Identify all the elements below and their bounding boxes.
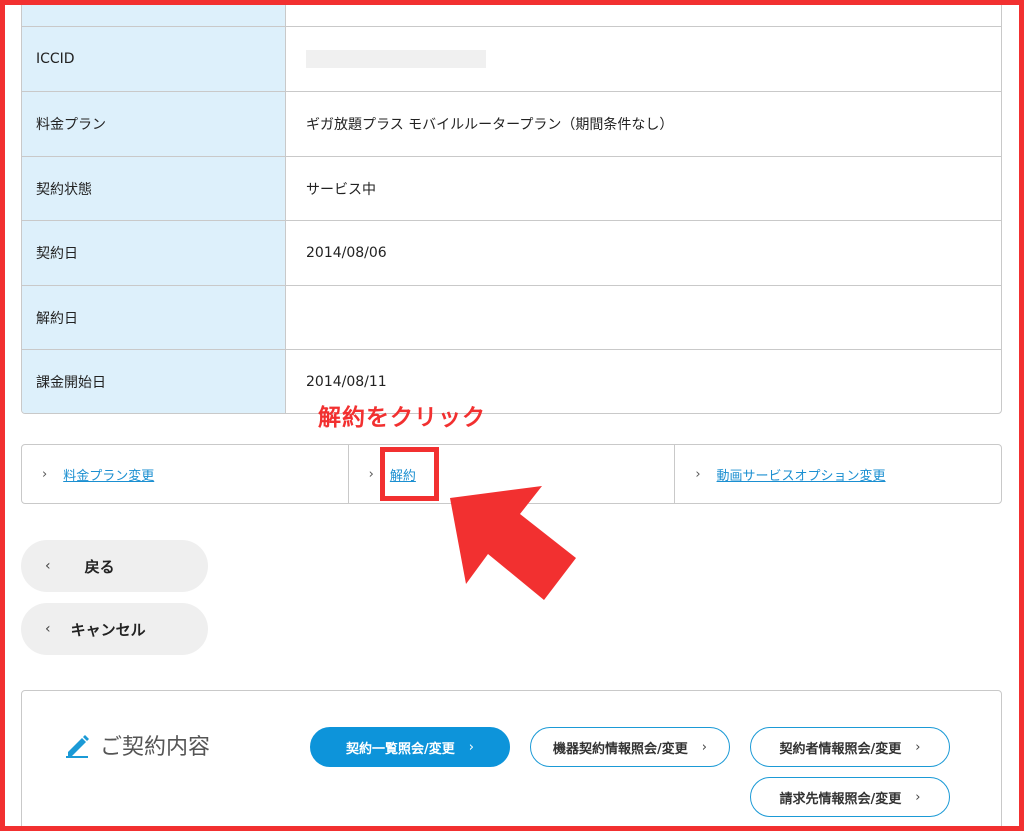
back-button-label: 戻る <box>84 557 115 576</box>
row-label: ICCID <box>22 27 286 91</box>
iccid-value <box>286 27 1001 91</box>
row-value: ギガ放題プラス モバイルルータープラン（期間条件なし） <box>306 117 674 133</box>
chevron-right-icon: › <box>368 466 374 482</box>
plan-change-link[interactable]: 料金プラン変更 <box>63 465 154 484</box>
billing-info-button[interactable]: 請求先情報照会/変更 › <box>750 777 950 817</box>
red-pointer-arrow-icon <box>450 486 576 600</box>
table-row: 契約日 2014/08/06 <box>22 220 1001 285</box>
table-row: 料金プラン ギガ放題プラス モバイルルータープラン（期間条件なし） <box>22 91 1001 156</box>
table-row: ICCID <box>22 26 1001 91</box>
chevron-left-icon: ‹ <box>45 558 51 574</box>
instruction-annotation: 解約をクリック <box>318 405 486 431</box>
row-value <box>286 286 1001 350</box>
row-label: 課金開始日 <box>22 350 286 413</box>
row-label: 契約状態 <box>22 157 286 221</box>
button-label: 契約一覧照会/変更 <box>346 741 455 757</box>
row-label: 契約日 <box>22 221 286 285</box>
row-label <box>22 0 286 27</box>
device-contract-button[interactable]: 機器契約情報照会/変更 › <box>530 727 730 767</box>
contract-section-title: ご契約内容 <box>64 729 210 761</box>
row-label: 料金プラン <box>22 92 286 156</box>
chevron-left-icon: ‹ <box>45 621 51 637</box>
button-label: 契約者情報照会/変更 <box>779 741 902 757</box>
chevron-right-icon: › <box>42 466 48 482</box>
chevron-right-icon: › <box>701 739 707 755</box>
chevron-right-icon: › <box>468 739 474 755</box>
cancel-button-label: キャンセル <box>70 620 146 639</box>
row-value <box>286 0 1001 27</box>
chevron-right-icon: › <box>695 466 701 482</box>
section-title-text: ご契約内容 <box>100 735 211 760</box>
pencil-icon <box>66 735 89 758</box>
contractor-info-button[interactable]: 契約者情報照会/変更 › <box>750 727 950 767</box>
table-row: 課金開始日 2014/08/11 <box>22 349 1001 413</box>
action-plan-change: › 料金プラン変更 <box>22 445 348 503</box>
action-video-option: › 動画サービスオプション変更 <box>674 445 1001 503</box>
chevron-right-icon: › <box>915 739 921 755</box>
row-value: 2014/08/06 <box>306 245 387 261</box>
cancel-button[interactable]: ‹ キャンセル <box>21 603 208 655</box>
back-button[interactable]: ‹ 戻る <box>21 540 208 592</box>
table-row: 解約日 <box>22 285 1001 350</box>
row-value: サービス中 <box>306 182 376 198</box>
button-label: 請求先情報照会/変更 <box>779 791 902 807</box>
masked-value <box>306 50 486 68</box>
table-row <box>22 0 1001 27</box>
chevron-right-icon: › <box>915 789 921 805</box>
button-label: 機器契約情報照会/変更 <box>553 741 688 757</box>
contract-detail-table: ICCID 料金プラン ギガ放題プラス モバイルルータープラン（期間条件なし） … <box>21 0 1002 414</box>
video-option-change-link[interactable]: 動画サービスオプション変更 <box>717 465 886 484</box>
highlight-box <box>380 447 439 501</box>
row-label: 解約日 <box>22 286 286 350</box>
contract-list-button[interactable]: 契約一覧照会/変更 › <box>310 727 510 767</box>
table-row: 契約状態 サービス中 <box>22 156 1001 221</box>
contract-section: ご契約内容 契約一覧照会/変更 › 機器契約情報照会/変更 › 契約者情報照会/… <box>21 690 1002 831</box>
